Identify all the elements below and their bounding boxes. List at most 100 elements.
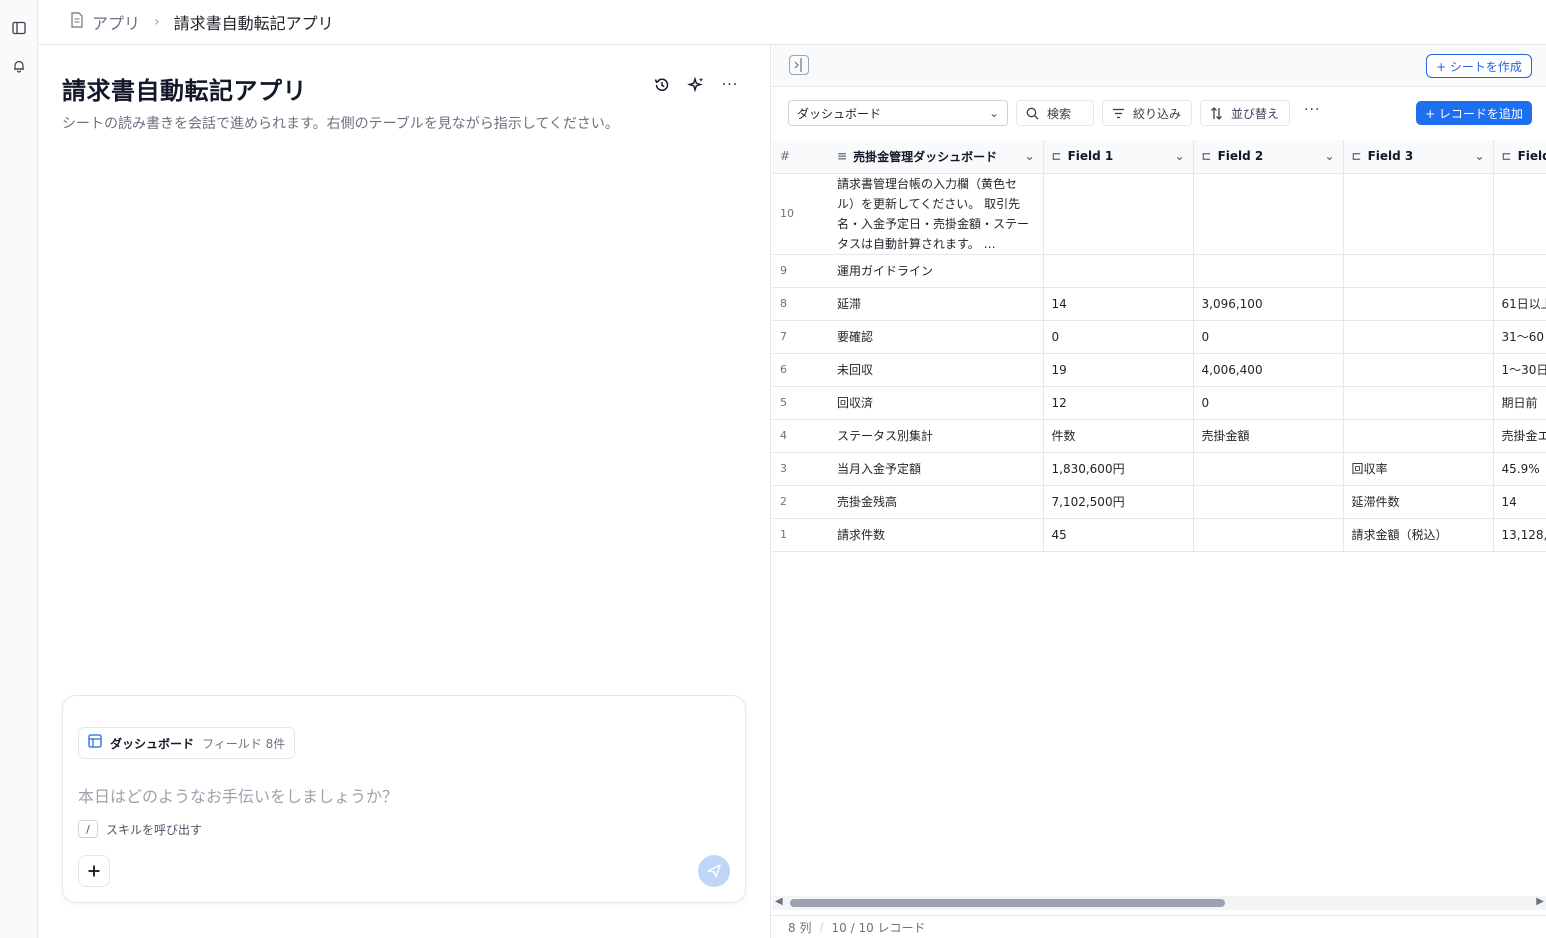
toolbar-more-icon[interactable]: ··· <box>1304 102 1320 118</box>
table-cell[interactable]: 3,096,100 <box>1193 287 1344 321</box>
table-cell[interactable] <box>1343 419 1494 453</box>
table-cell[interactable]: 延滞 <box>829 287 1044 321</box>
table-cell[interactable]: 回収済 <box>829 386 1044 420</box>
scrollbar-thumb[interactable] <box>790 899 1225 907</box>
column-header-3[interactable]: ⊏ Field 3 ⌄ <box>1343 140 1494 174</box>
scroll-right-icon[interactable]: ▶ <box>1536 896 1544 907</box>
send-button[interactable] <box>698 855 730 887</box>
table-cell[interactable]: 61日以上 <box>1493 287 1546 321</box>
column-header-label: Field <box>1517 149 1546 164</box>
table-cell[interactable] <box>1493 173 1546 255</box>
sidebar-toggle-icon[interactable] <box>6 16 32 40</box>
chevron-down-icon[interactable]: ⌄ <box>1324 149 1334 163</box>
table-cell[interactable]: 1～30日 <box>1493 353 1546 387</box>
create-sheet-button[interactable]: + シートを作成 <box>1426 54 1532 78</box>
column-header-rownum: # <box>772 140 829 174</box>
table-cell[interactable]: 4,006,400 <box>1193 353 1344 387</box>
table-cell[interactable] <box>1343 254 1494 288</box>
table-cell[interactable] <box>1043 173 1194 255</box>
table-cell[interactable]: 45 <box>1043 518 1194 552</box>
table-row[interactable]: 9 運用ガイドライン <box>772 254 1546 288</box>
chevron-down-icon[interactable]: ⌄ <box>1024 149 1034 163</box>
horizontal-scrollbar[interactable]: ◀ ▶ <box>772 896 1546 910</box>
chevron-down-icon[interactable]: ⌄ <box>1474 149 1484 163</box>
context-chip-name: ダッシュボード <box>110 736 195 751</box>
column-header-4[interactable]: ⊏ Field <box>1493 140 1546 174</box>
filter-button[interactable]: 絞り込み <box>1102 100 1192 126</box>
table-cell[interactable]: 1,830,600円 <box>1043 452 1194 486</box>
table-cell[interactable] <box>1193 452 1344 486</box>
view-select[interactable]: ダッシュボード ⌄ <box>788 100 1008 126</box>
table-cell[interactable] <box>1343 353 1494 387</box>
table-cell[interactable]: 請求件数 <box>829 518 1044 552</box>
table-row[interactable]: 5 回収済 12 0 期日前 <box>772 386 1546 420</box>
table-cell[interactable] <box>1193 254 1344 288</box>
row-number: 7 <box>772 320 829 354</box>
table-cell[interactable]: 回収率 <box>1343 452 1494 486</box>
sparkle-icon[interactable] <box>686 75 706 95</box>
bell-icon[interactable] <box>6 54 32 78</box>
table-cell[interactable]: 14 <box>1493 485 1546 519</box>
search-button[interactable]: 検索 <box>1016 100 1094 126</box>
table-cell[interactable]: 45.9% <box>1493 452 1546 486</box>
attach-button[interactable] <box>78 855 110 887</box>
table-cell[interactable]: 延滞件数 <box>1343 485 1494 519</box>
breadcrumb-root[interactable]: アプリ <box>92 10 140 34</box>
table-cell[interactable] <box>1193 518 1344 552</box>
table-row[interactable]: 6 未回収 19 4,006,400 1～30日 <box>772 353 1546 387</box>
table-cell[interactable] <box>1343 386 1494 420</box>
table-row[interactable]: 1 請求件数 45 請求金額（税込） 13,128, <box>772 518 1546 552</box>
table-cell[interactable]: ステータス別集計 <box>829 419 1044 453</box>
column-header-0[interactable]: ≡ 売掛金管理ダッシュボード ⌄ <box>829 140 1044 174</box>
skill-hint[interactable]: / スキルを呼び出す <box>78 820 202 838</box>
chat-panel: 請求書自動転記アプリ ··· シートの読み書きを会話で進められます。右側のテーブ… <box>38 45 771 938</box>
table-row[interactable]: 7要確認0031～60日 <box>772 320 1546 354</box>
table-cell[interactable] <box>1493 254 1546 288</box>
table-row[interactable]: 2 売掛金残高 7,102,500円 延滞件数 14 <box>772 485 1546 519</box>
scroll-left-icon[interactable]: ◀ <box>775 896 783 907</box>
table-cell[interactable]: 7,102,500円 <box>1043 485 1194 519</box>
table-cell[interactable]: 売掛金エ <box>1493 419 1546 453</box>
table-cell[interactable]: 件数 <box>1043 419 1194 453</box>
context-chip[interactable]: ダッシュボード フィールド 8件 <box>78 727 296 759</box>
table-cell[interactable]: 31～60日 <box>1493 320 1546 354</box>
table-cell[interactable] <box>1193 485 1344 519</box>
table-cell[interactable] <box>1343 173 1494 255</box>
chevron-down-icon[interactable]: ⌄ <box>1174 149 1184 163</box>
column-header-2[interactable]: ⊏ Field 2 ⌄ <box>1193 140 1344 174</box>
table-cell[interactable]: 19 <box>1043 353 1194 387</box>
table-cell[interactable] <box>1043 254 1194 288</box>
table-row[interactable]: 3 当月入金予定額 1,830,600円 回収率 45.9% <box>772 452 1546 486</box>
table-cell[interactable]: 12 <box>1043 386 1194 420</box>
plus-icon <box>88 865 100 877</box>
column-header-label: 売掛金管理ダッシュボード <box>853 149 998 164</box>
more-icon[interactable]: ··· <box>720 75 740 95</box>
table-row[interactable]: 10 請求書管理台帳の入力欄（黄色セル）を更新してください。 取引先名・入金予定日… <box>772 173 1546 255</box>
panel-collapse-icon[interactable] <box>789 55 809 75</box>
table-cell[interactable]: 13,128, <box>1493 518 1546 552</box>
table-cell[interactable]: 0 <box>1193 320 1344 354</box>
table-row[interactable]: 8延滞143,096,100 61日以上 <box>772 287 1546 321</box>
table-cell[interactable]: 当月入金予定額 <box>829 452 1044 486</box>
history-icon[interactable] <box>652 75 672 95</box>
table-row[interactable]: 4 ステータス別集計 件数 売掛金額 売掛金エ <box>772 419 1546 453</box>
message-input[interactable]: 本日はどのようなお手伝いをしましょうか？ <box>78 783 398 807</box>
table-cell[interactable] <box>1343 320 1494 354</box>
column-header-1[interactable]: ⊏ Field 1 ⌄ <box>1043 140 1194 174</box>
table-cell[interactable]: 運用ガイドライン <box>829 254 1044 288</box>
table-cell[interactable]: 期日前 <box>1493 386 1546 420</box>
table-cell[interactable]: 14 <box>1043 287 1194 321</box>
table-cell[interactable] <box>1193 173 1344 255</box>
table-cell[interactable]: 0 <box>1043 320 1194 354</box>
table-cell[interactable]: 請求書管理台帳の入力欄（黄色セル）を更新してください。 取引先名・入金予定日・売… <box>829 173 1044 255</box>
table-cell[interactable]: 0 <box>1193 386 1344 420</box>
table-cell[interactable]: 要確認 <box>829 320 1044 354</box>
table-cell[interactable] <box>1343 287 1494 321</box>
sheet-header: + シートを作成 <box>772 45 1546 87</box>
sort-button[interactable]: 並び替え <box>1200 100 1290 126</box>
table-cell[interactable]: 売掛金残高 <box>829 485 1044 519</box>
table-cell[interactable]: 売掛金額 <box>1193 419 1344 453</box>
table-cell[interactable]: 請求金額（税込） <box>1343 518 1494 552</box>
add-record-button[interactable]: + レコードを追加 <box>1416 101 1532 125</box>
table-cell[interactable]: 未回収 <box>829 353 1044 387</box>
